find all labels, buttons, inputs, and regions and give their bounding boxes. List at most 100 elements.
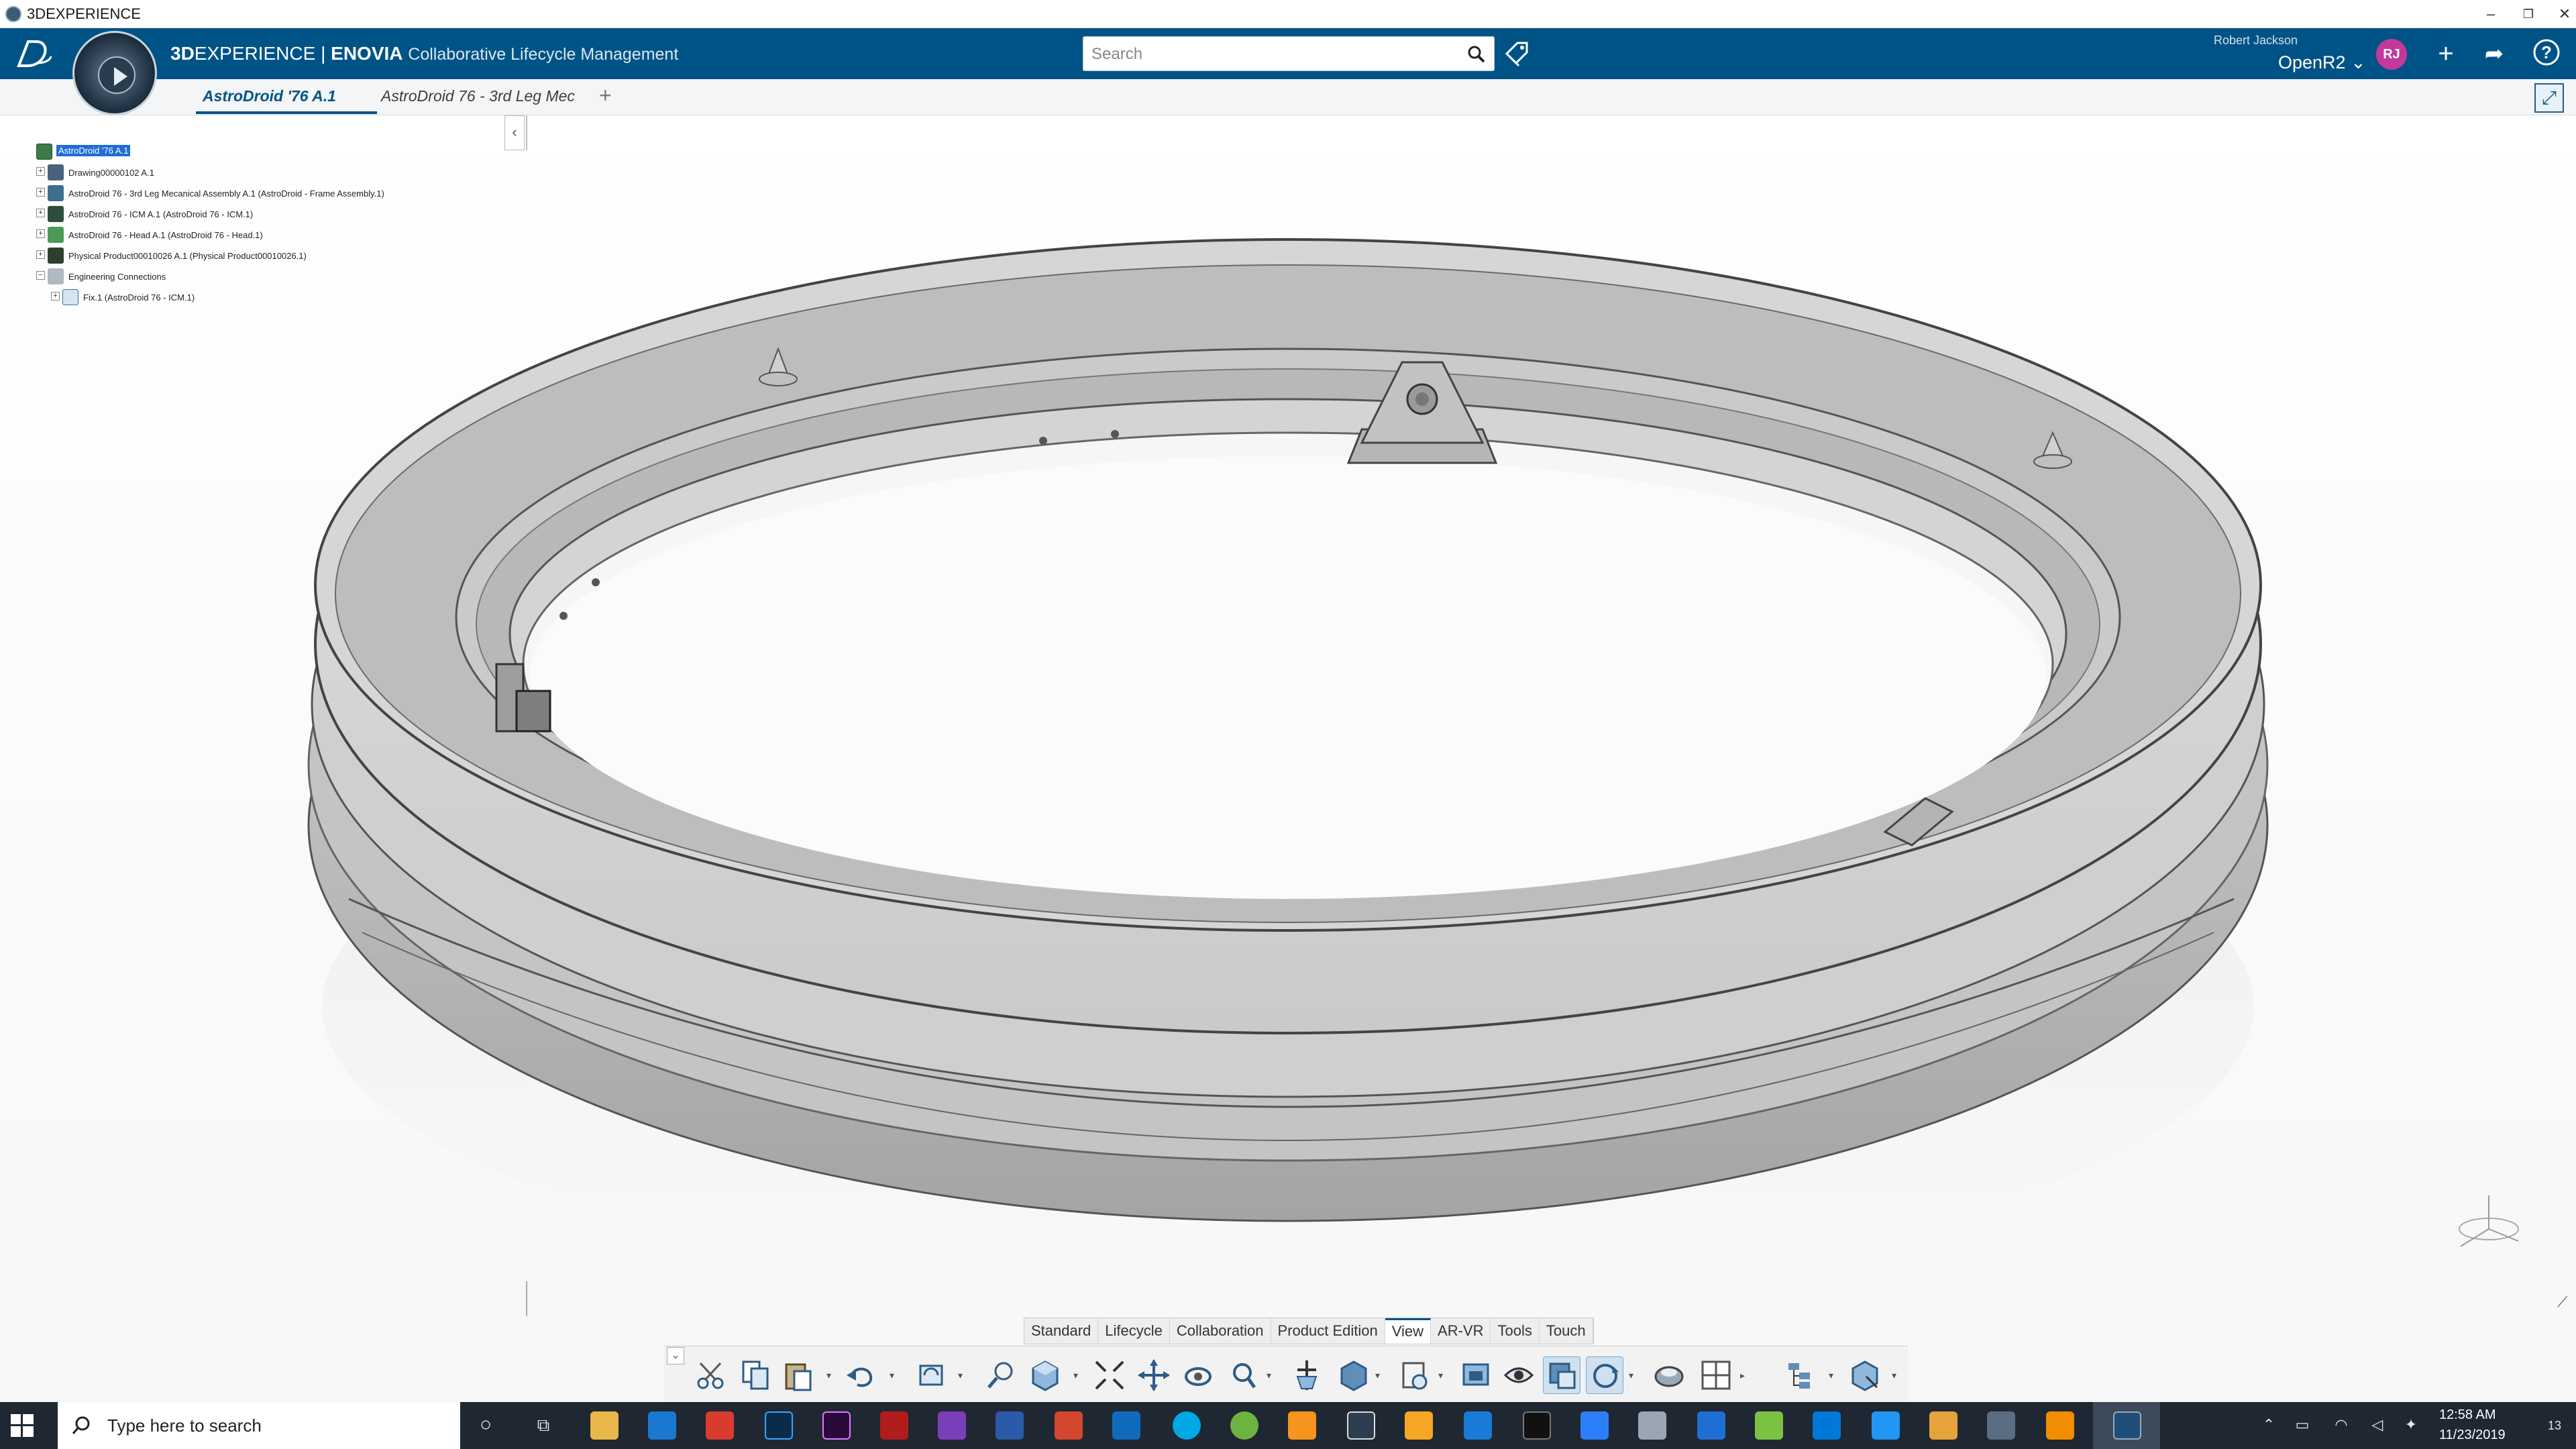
action-bar-menu-icon[interactable]: ⌄ xyxy=(667,1347,684,1364)
taskbar-search-box[interactable]: Type here to search xyxy=(58,1402,460,1449)
hide-show-icon[interactable] xyxy=(1500,1356,1538,1394)
outlook-icon[interactable] xyxy=(1112,1411,1140,1440)
ab-tab-product-edition[interactable]: Product Edition xyxy=(1271,1318,1385,1344)
tree-reorder-icon[interactable] xyxy=(1783,1356,1821,1394)
chevron-down-icon[interactable]: ▾ xyxy=(958,1370,966,1381)
3dexperience-taskbar-icon[interactable] xyxy=(2113,1411,2141,1440)
chevron-down-icon[interactable]: ▾ xyxy=(826,1370,835,1381)
battery-icon[interactable]: ▭ xyxy=(2293,1415,2312,1434)
photoshop-icon[interactable] xyxy=(765,1411,793,1440)
chevron-down-icon[interactable]: ▾ xyxy=(1829,1370,1837,1381)
axis-triad-icon[interactable] xyxy=(2449,1187,2529,1261)
resize-grip-icon[interactable]: ⟋ xyxy=(2557,1293,2567,1311)
3d-model-ring[interactable] xyxy=(0,115,2576,1402)
ab-tab-view[interactable]: View xyxy=(1385,1318,1432,1344)
app-people-icon[interactable] xyxy=(1929,1411,1957,1440)
collapse-icon[interactable]: − xyxy=(36,271,45,280)
edge-browser-icon[interactable] xyxy=(648,1411,676,1440)
dropbox-icon[interactable] xyxy=(1580,1411,1609,1440)
volume-icon[interactable]: ◁ xyxy=(2368,1415,2387,1434)
ab-tab-standard[interactable]: Standard xyxy=(1024,1318,1099,1344)
file-explorer-icon[interactable] xyxy=(590,1411,619,1440)
search-icon[interactable] xyxy=(1467,45,1486,64)
ab-tab-tools[interactable]: Tools xyxy=(1491,1318,1540,1344)
vlc-icon[interactable] xyxy=(2046,1411,2074,1440)
screenshot-icon[interactable] xyxy=(1457,1356,1495,1394)
compass-icon[interactable] xyxy=(72,31,157,115)
expand-icon[interactable]: + xyxy=(51,292,60,301)
render-style-icon[interactable] xyxy=(1395,1356,1433,1394)
app-gray-icon[interactable] xyxy=(1638,1411,1666,1440)
clock-date[interactable]: 11/23/2019 xyxy=(2439,1428,2506,1443)
tree-collapse-button[interactable]: ‹ xyxy=(504,115,525,150)
minimize-icon[interactable]: – xyxy=(2479,3,2502,25)
fullscreen-icon[interactable]: ⤢ xyxy=(2534,83,2564,113)
skype-icon[interactable] xyxy=(1173,1411,1201,1440)
add-tab-icon[interactable]: + xyxy=(599,83,612,108)
chevron-down-icon[interactable]: ▾ xyxy=(1892,1370,1900,1381)
show-hidden-icons[interactable]: ⌃ xyxy=(2259,1415,2278,1434)
messenger-icon[interactable] xyxy=(1872,1411,1900,1440)
search-box[interactable] xyxy=(1083,36,1495,71)
multi-view-icon[interactable] xyxy=(1697,1356,1735,1394)
chrome-icon[interactable] xyxy=(706,1411,734,1440)
dropbox-tray-icon[interactable]: ✦ xyxy=(2402,1415,2420,1434)
app-blue-icon[interactable] xyxy=(1697,1411,1725,1440)
lighting-icon[interactable] xyxy=(1650,1356,1688,1394)
app-azure-icon[interactable] xyxy=(1813,1411,1841,1440)
3d-section-icon[interactable] xyxy=(1846,1356,1884,1394)
fit-all-icon[interactable] xyxy=(1091,1356,1128,1394)
cycle-icon[interactable] xyxy=(1586,1356,1623,1394)
chevron-down-icon[interactable]: ▾ xyxy=(1073,1370,1081,1381)
ab-tab-ar-vr[interactable]: AR-VR xyxy=(1431,1318,1491,1344)
tab-3rd-leg[interactable]: AstroDroid 76 - 3rd Leg Mec xyxy=(381,87,575,105)
expand-icon[interactable]: + xyxy=(36,209,45,217)
expand-icon[interactable]: + xyxy=(36,167,45,176)
notifications-icon[interactable]: 13 xyxy=(2540,1415,2569,1434)
virtualbox-icon[interactable] xyxy=(1347,1411,1375,1440)
premiere-icon[interactable] xyxy=(822,1411,851,1440)
zoom-icon[interactable] xyxy=(1225,1356,1263,1394)
iso-view-icon[interactable] xyxy=(1335,1356,1373,1394)
word-icon[interactable] xyxy=(996,1411,1024,1440)
wifi-icon[interactable]: ◠ xyxy=(2332,1415,2351,1434)
close-icon[interactable]: ✕ xyxy=(2553,3,2576,25)
normal-view-icon[interactable] xyxy=(1288,1356,1326,1394)
update-icon[interactable] xyxy=(912,1356,950,1394)
windows-start-icon[interactable] xyxy=(11,1414,34,1437)
expand-icon[interactable]: + xyxy=(36,229,45,238)
expand-icon[interactable]: + xyxy=(36,250,45,259)
tab-astrodroid-76[interactable]: AstroDroid '76 A.1 xyxy=(203,87,336,105)
ab-tab-touch[interactable]: Touch xyxy=(1540,1318,1593,1344)
visual-studio-icon[interactable] xyxy=(938,1411,966,1440)
ds-logo-icon[interactable] xyxy=(15,36,55,71)
share-icon[interactable]: ➦ xyxy=(2478,38,2510,70)
cortana-icon[interactable]: ○ xyxy=(476,1415,495,1435)
ab-tab-collaboration[interactable]: Collaboration xyxy=(1170,1318,1271,1344)
chevron-down-icon[interactable]: ▾ xyxy=(890,1370,898,1381)
search-input[interactable] xyxy=(1091,44,1454,65)
tag-icon[interactable] xyxy=(1503,39,1532,68)
copy-icon[interactable] xyxy=(737,1356,774,1394)
add-icon[interactable]: + xyxy=(2430,38,2462,70)
chevron-down-icon[interactable]: ▾ xyxy=(1375,1370,1383,1381)
app-orange-icon[interactable] xyxy=(1288,1411,1316,1440)
zoom-area-icon[interactable] xyxy=(983,1356,1021,1394)
swap-visible-icon[interactable] xyxy=(1543,1356,1580,1394)
chevron-down-icon[interactable]: ▾ xyxy=(1267,1370,1275,1381)
task-view-icon[interactable]: ⧉ xyxy=(534,1415,553,1434)
pan-icon[interactable] xyxy=(1135,1356,1173,1394)
rotate-icon[interactable] xyxy=(1179,1356,1217,1394)
chart-app-icon[interactable] xyxy=(1405,1411,1433,1440)
help-icon[interactable]: ? xyxy=(2530,38,2563,70)
ab-tab-lifecycle[interactable]: Lifecycle xyxy=(1098,1318,1170,1344)
github-icon[interactable] xyxy=(1464,1411,1492,1440)
app-cube-icon[interactable] xyxy=(1755,1411,1783,1440)
clock-time[interactable]: 12:58 AM xyxy=(2439,1407,2496,1423)
viewport-splitter[interactable] xyxy=(526,1281,527,1316)
restore-icon[interactable]: ❐ xyxy=(2517,3,2540,25)
chevron-down-icon[interactable]: ▾ xyxy=(1438,1370,1446,1381)
paste-icon[interactable] xyxy=(780,1356,817,1394)
play-icon[interactable] xyxy=(98,56,136,94)
undo-icon[interactable] xyxy=(843,1356,880,1394)
